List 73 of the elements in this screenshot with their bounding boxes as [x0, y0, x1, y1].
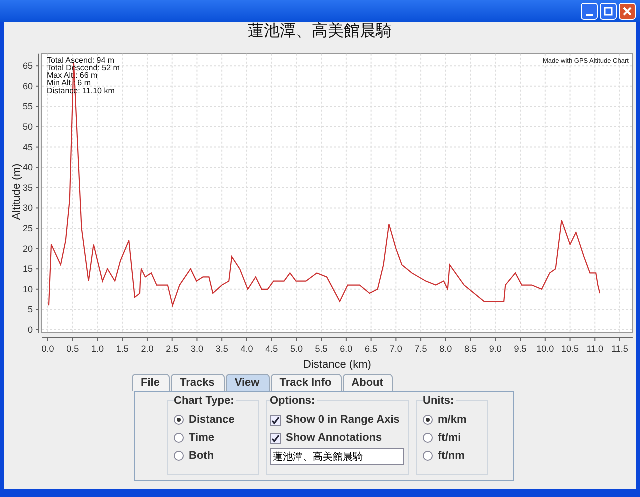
checkbox-label[interactable]: Show Annotations	[286, 432, 382, 444]
x-tick-label: 8.5	[464, 344, 478, 354]
minimize-icon	[586, 14, 593, 16]
y-tick-label: 0	[28, 325, 33, 335]
radio-label[interactable]: ft/mi	[438, 432, 462, 444]
y-tick-label: 30	[22, 203, 33, 214]
checkbox[interactable]	[270, 432, 281, 444]
x-tick-label: 6.0	[340, 344, 353, 354]
y-tick-label: 50	[22, 122, 33, 132]
maximize-button[interactable]	[600, 2, 617, 20]
radio-button[interactable]	[423, 451, 433, 461]
radio-button[interactable]	[423, 433, 433, 443]
x-tick-label: 5.5	[315, 344, 328, 354]
tab[interactable]: File	[132, 374, 170, 391]
radio-label[interactable]: Distance	[189, 414, 235, 426]
minimize-button[interactable]	[581, 2, 598, 20]
checkbox[interactable]	[270, 414, 281, 426]
radio-button[interactable]	[174, 415, 184, 425]
tab[interactable]: Track Info	[270, 374, 342, 391]
y-tick-label: 35	[22, 182, 33, 193]
radio-label[interactable]: Time	[189, 432, 214, 444]
tab[interactable]: View	[226, 374, 270, 391]
maximize-icon	[604, 6, 613, 16]
x-tick-label: 10.5	[562, 344, 580, 354]
x-tick-label: 1.0	[91, 344, 104, 354]
x-tick-label: 11.5	[612, 344, 628, 354]
y-tick-label: 65	[22, 61, 33, 72]
x-tick-label: 7.5	[414, 344, 428, 354]
radio-label[interactable]: ft/nm	[438, 450, 465, 462]
radio-button[interactable]	[423, 415, 433, 425]
x-tick-label: 10.0	[536, 344, 554, 354]
chart-title: 蓮池潭、高美館晨騎	[248, 22, 392, 42]
y-axis-label: Altitude (m)	[11, 164, 23, 220]
group-title: Units:	[423, 395, 456, 407]
close-button[interactable]	[619, 2, 636, 20]
x-tick-label: 3.0	[190, 344, 204, 354]
x-tick-label: 2.5	[166, 344, 179, 354]
y-tick-label: 40	[22, 162, 33, 173]
radio-button[interactable]	[174, 433, 184, 443]
y-tick-label: 25	[22, 224, 33, 234]
y-tick-label: 15	[22, 264, 33, 274]
close-icon	[623, 6, 632, 16]
checkbox-label[interactable]: Show 0 in Range Axis	[286, 414, 400, 426]
title-field[interactable]: 蓮池潭、高美館晨騎	[270, 448, 404, 465]
x-tick-label: 8.0	[440, 344, 452, 354]
radio-label[interactable]: Both	[189, 450, 214, 462]
x-tick-label: 2.0	[141, 344, 154, 354]
tab[interactable]: About	[342, 374, 394, 391]
radio-button[interactable]	[174, 451, 184, 461]
y-tick-label: 20	[22, 244, 33, 254]
x-tick-label: 5.0	[290, 344, 303, 354]
x-tick-label: 9.0	[489, 344, 502, 354]
tab[interactable]: Tracks	[170, 374, 225, 391]
group-title: Chart Type:	[174, 395, 236, 407]
radio-label[interactable]: m/km	[438, 414, 467, 426]
x-tick-label: 1.5	[116, 344, 129, 354]
x-tick-label: 7.0	[390, 344, 402, 354]
x-axis-label: Distance (km)	[304, 359, 372, 371]
x-tick-label: 3.5	[216, 344, 228, 354]
group-title: Options:	[270, 395, 318, 407]
y-tick-label: 45	[22, 142, 33, 152]
x-tick-label: 0.5	[66, 344, 80, 354]
x-tick-label: 11.0	[586, 344, 604, 354]
y-tick-label: 55	[22, 102, 33, 112]
x-tick-label: 6.5	[365, 344, 378, 354]
x-tick-label: 4.5	[266, 344, 278, 354]
x-tick-label: 4.0	[240, 344, 254, 354]
y-tick-label: 5	[28, 304, 33, 315]
y-tick-label: 10	[22, 284, 33, 294]
x-tick-label: 9.5	[514, 344, 527, 354]
annotation-text: Total Ascend: 94 m	[47, 56, 115, 65]
x-tick-label: 0.0	[42, 344, 54, 354]
y-tick-label: 60	[22, 81, 33, 92]
